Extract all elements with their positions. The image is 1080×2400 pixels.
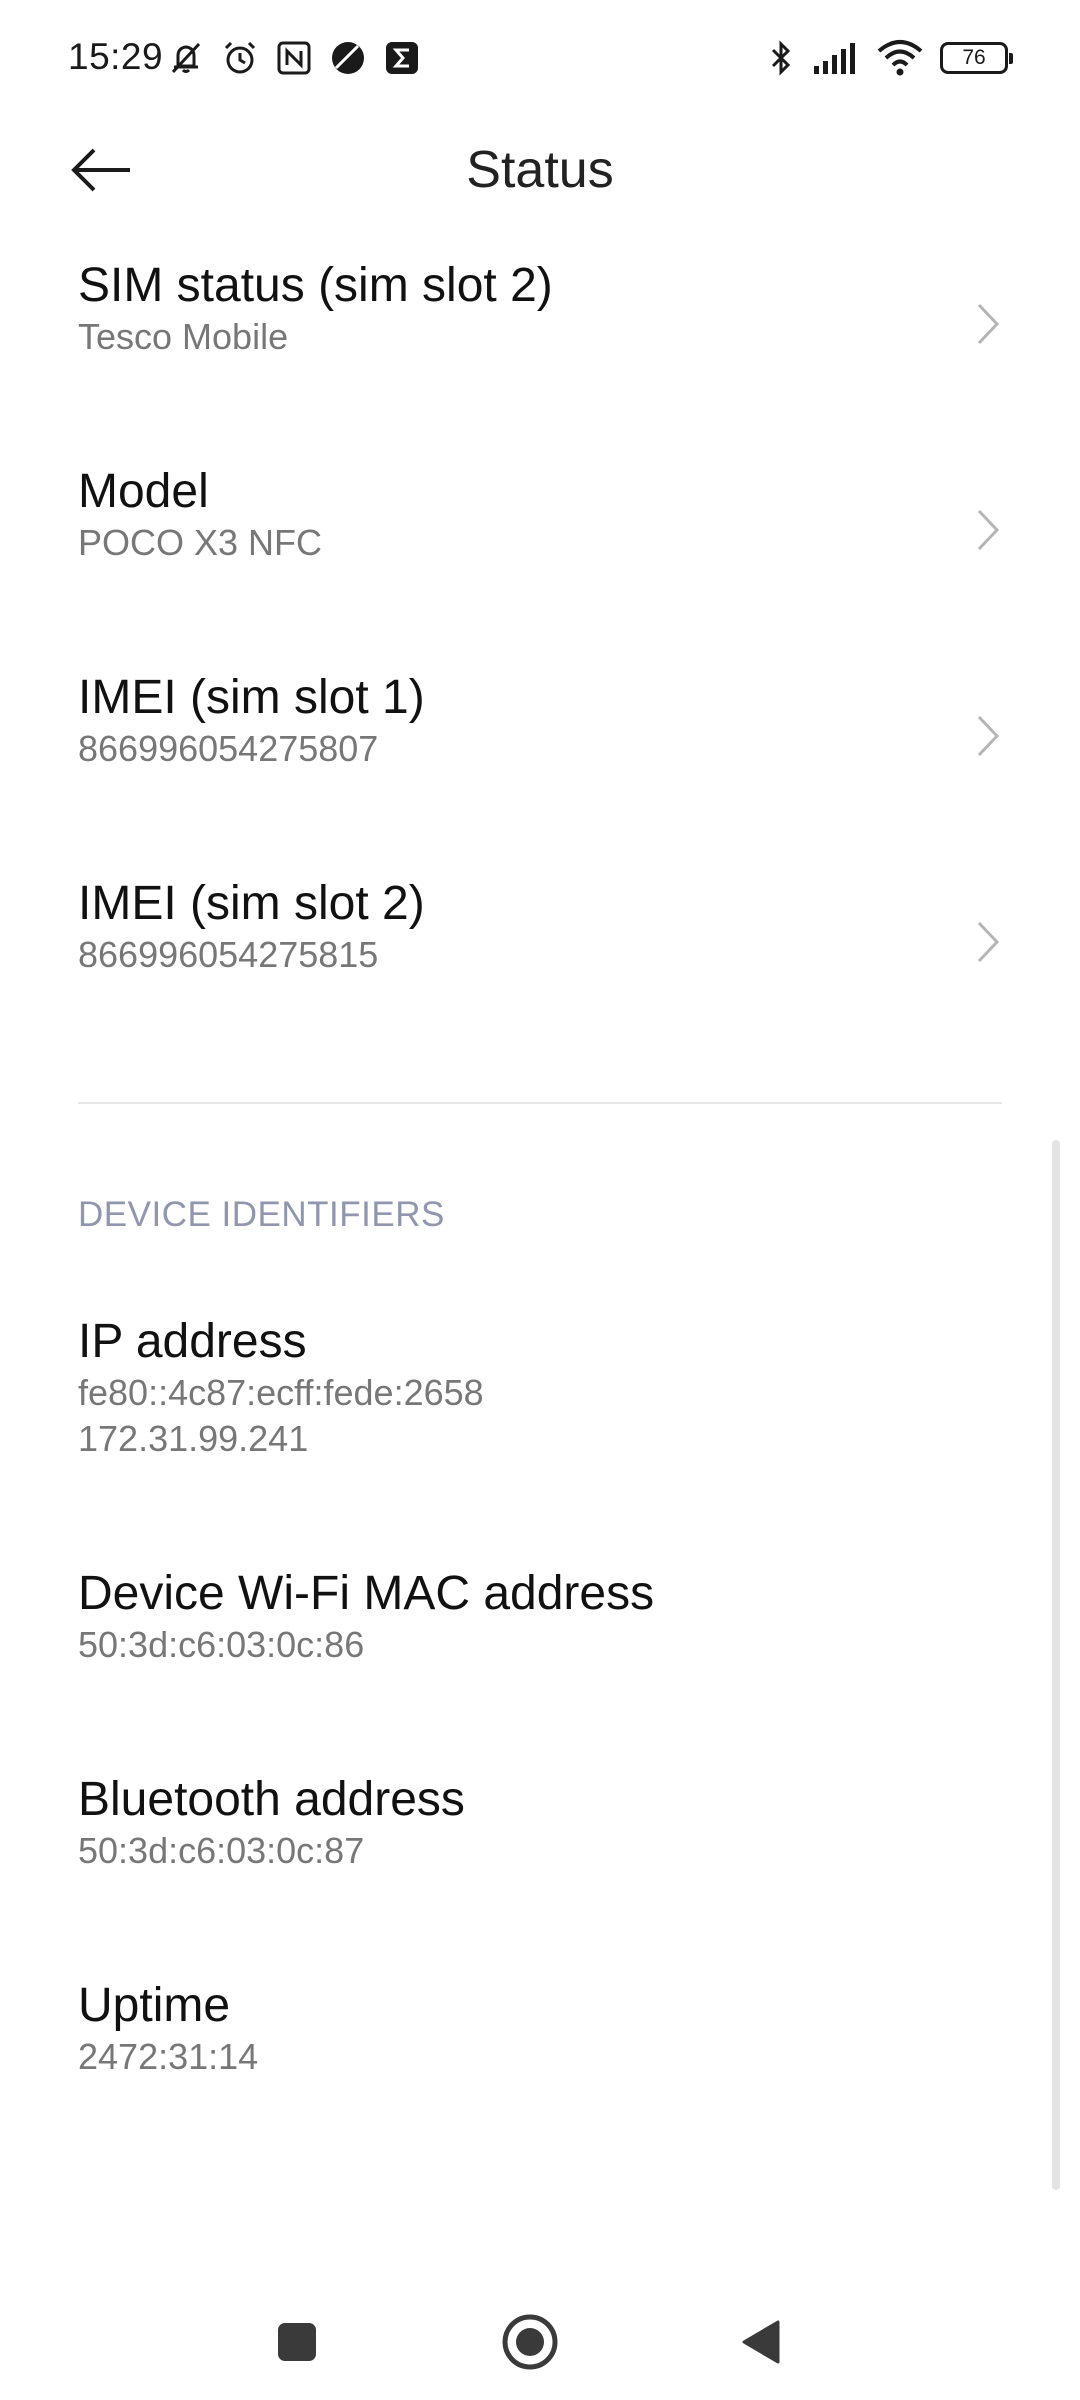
- chevron-right-icon: [977, 921, 1000, 963]
- item-subtitle: 866996054275815: [78, 934, 379, 975]
- item-subtitle: 866996054275807: [78, 728, 379, 769]
- status-time: 15:29: [68, 36, 164, 77]
- nav-back-button[interactable]: [720, 2302, 800, 2382]
- back-triangle-icon: [742, 2320, 780, 2364]
- item-subtitle: 2472:31:14: [78, 2036, 259, 2077]
- section-header-device-identifiers: DEVICE IDENTIFIERS: [78, 1195, 445, 1234]
- list-item-imei-1[interactable]: IMEI (sim slot 1) 866996054275807: [0, 670, 1080, 772]
- bell-off-icon: [171, 42, 201, 74]
- item-title: SIM status (sim slot 2): [78, 259, 553, 312]
- list-item-imei-2[interactable]: IMEI (sim slot 2) 866996054275815: [0, 876, 1080, 978]
- chevron-right-icon: [977, 509, 1000, 551]
- item-subtitle: POCO X3 NFC: [78, 522, 323, 563]
- list-item-ip-address[interactable]: IP address fe80::4c87:ecff:fede:2658 172…: [0, 1314, 1080, 1462]
- item-subtitle: 50:3d:c6:03:0c:86: [78, 1624, 365, 1665]
- notification-icons: [166, 38, 422, 78]
- battery-level: 76: [962, 46, 986, 69]
- home-button[interactable]: [490, 2302, 570, 2382]
- recents-square-icon: [278, 2323, 316, 2361]
- wifi-icon: [877, 40, 923, 76]
- recents-button[interactable]: [257, 2302, 337, 2382]
- status-screen: 15:29 76 Status SIM status (sim slot 2) …: [0, 0, 1080, 2400]
- app-icon: [332, 42, 364, 74]
- item-subtitle: Tesco Mobile: [78, 316, 289, 357]
- app-header: Status: [0, 120, 1080, 220]
- item-subtitle: 50:3d:c6:03:0c:87: [78, 1830, 365, 1871]
- list-item-model[interactable]: Model POCO X3 NFC: [0, 464, 1080, 566]
- item-title: IMEI (sim slot 2): [78, 877, 425, 930]
- item-title: Uptime: [78, 1979, 231, 2032]
- item-title: IP address: [78, 1315, 307, 1368]
- item-title: Device Wi-Fi MAC address: [78, 1567, 655, 1620]
- chevron-right-icon: [977, 303, 1000, 345]
- item-subtitle: fe80::4c87:ecff:fede:2658 172.31.99.241: [78, 1372, 484, 1459]
- home-circle-icon: [502, 2314, 558, 2370]
- system-icons: 76: [766, 38, 1013, 78]
- nfc-icon: [277, 41, 311, 75]
- section-divider: [78, 1102, 1002, 1104]
- chevron-right-icon: [977, 715, 1000, 757]
- list-item-bluetooth-address[interactable]: Bluetooth address 50:3d:c6:03:0c:87: [0, 1772, 1080, 1874]
- bluetooth-icon: [771, 40, 791, 76]
- status-bar: 15:29 76: [0, 0, 1080, 120]
- list-item-sim-status[interactable]: SIM status (sim slot 2) Tesco Mobile: [0, 258, 1080, 360]
- page-title: Status: [466, 141, 614, 199]
- scrollbar[interactable]: [1052, 1140, 1060, 2190]
- battery-icon: 76: [940, 42, 1013, 74]
- list-item-wifi-mac[interactable]: Device Wi-Fi MAC address 50:3d:c6:03:0c:…: [0, 1566, 1080, 1668]
- item-title: Model: [78, 465, 209, 518]
- signal-icon: [814, 43, 855, 74]
- item-title: IMEI (sim slot 1): [78, 671, 425, 724]
- alarm-icon: [224, 41, 256, 74]
- sigma-icon: [386, 42, 418, 74]
- item-title: Bluetooth address: [78, 1773, 465, 1826]
- navigation-bar: [0, 2280, 1080, 2400]
- list-item-uptime[interactable]: Uptime 2472:31:14: [0, 1978, 1080, 2080]
